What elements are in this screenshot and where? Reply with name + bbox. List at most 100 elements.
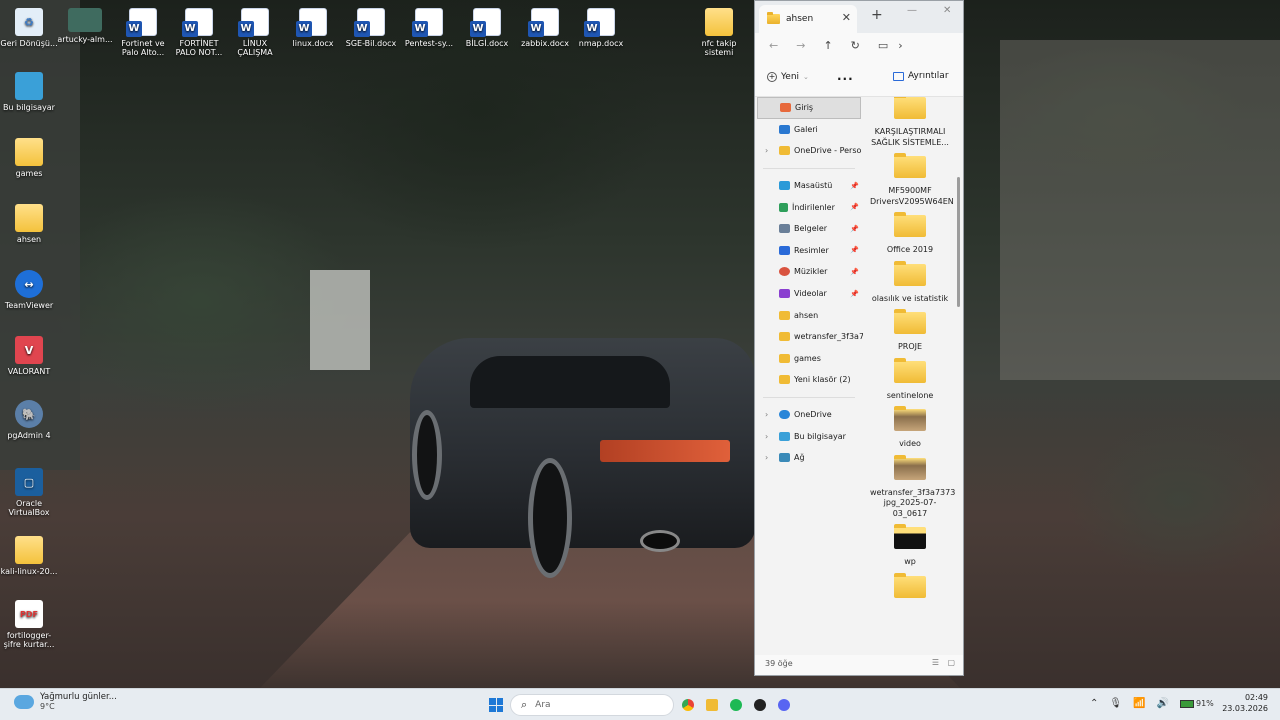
- clock[interactable]: 02:49 23.03.2026: [1214, 692, 1268, 714]
- desktop-icon-label: TeamViewer: [4, 301, 54, 310]
- vertical-scrollbar[interactable]: [957, 177, 960, 307]
- sidebar-item-label: ahsen: [794, 310, 819, 320]
- sidebar-item-resimler[interactable]: Resimler 📌: [755, 240, 863, 262]
- desktop-icon-nmap[interactable]: nmap.docx: [572, 8, 630, 48]
- sidebar-item-belgeler[interactable]: Belgeler 📌: [755, 218, 863, 240]
- file-explorer-taskbar-icon[interactable]: [706, 699, 718, 711]
- desktop-icon-bilgi[interactable]: BİLGİ.docx: [458, 8, 516, 48]
- close-tab-icon[interactable]: ✕: [842, 11, 851, 24]
- desktop-icon-teamviewer[interactable]: ↔ TeamViewer: [0, 270, 58, 310]
- wifi-icon[interactable]: 📶: [1133, 698, 1145, 709]
- tile-view-icon[interactable]: ▢: [947, 658, 955, 667]
- chevron-right-icon[interactable]: ›: [765, 432, 768, 441]
- sidebar-item-onedrive-personal[interactable]: › OneDrive - Perso: [755, 140, 863, 162]
- desktop-icon-ahsen[interactable]: ahsen: [0, 204, 58, 244]
- status-bar: 39 öğe ☰ ▢: [755, 655, 963, 675]
- volume-icon[interactable]: 🔊: [1157, 698, 1169, 709]
- folder-icon: [894, 260, 926, 286]
- spotify-icon[interactable]: [730, 699, 742, 711]
- desktop-icon-linux-calisma[interactable]: LİNUX ÇALIŞMA: [226, 8, 284, 57]
- desktop-icon-linux-docx[interactable]: linux.docx: [284, 8, 342, 48]
- chevron-right-icon[interactable]: ›: [765, 146, 768, 155]
- tab-ahsen[interactable]: ahsen ✕: [759, 5, 857, 33]
- sidebar-item-onedrive[interactable]: › OneDrive: [755, 404, 863, 426]
- desktop-icon-recycle-bin[interactable]: ♻ Geri Dönüşü...: [0, 8, 58, 48]
- desktop-icon-this-pc[interactable]: Bu bilgisayar: [0, 72, 58, 112]
- minimize-icon[interactable]: —: [907, 5, 917, 16]
- folder-item[interactable]: sentinelone: [870, 357, 950, 402]
- chevron-right-icon[interactable]: ›: [765, 410, 768, 419]
- forward-icon[interactable]: →: [796, 39, 805, 52]
- desktop-icon-pentest[interactable]: Pentest-sy...: [400, 8, 458, 48]
- more-options-button[interactable]: ...: [837, 69, 854, 83]
- desktop-icon-nfc[interactable]: nfc takip sistemi: [690, 8, 748, 57]
- documents-icon: [779, 224, 790, 234]
- sidebar-item-ag[interactable]: › Ağ: [755, 447, 863, 469]
- desktop-icon-games[interactable]: games: [0, 138, 58, 178]
- chevron-right-icon[interactable]: ›: [898, 39, 902, 52]
- folder-item[interactable]: [870, 572, 950, 598]
- file-explorer-window[interactable]: ahsen ✕ + — ✕ ← → ↑ ↻ ▭ › + Yeni ⌄ ... A…: [754, 0, 964, 676]
- sidebar-item-yeni-klasor[interactable]: Yeni klasör (2): [755, 369, 863, 391]
- valorant-icon: V: [15, 336, 43, 364]
- up-icon[interactable]: ↑: [823, 39, 832, 52]
- folder-item[interactable]: Office 2019: [870, 212, 950, 256]
- desktop-icon-fortinet-not[interactable]: FORTİNET PALO NOT...: [170, 8, 228, 57]
- desktop-icon-artucky[interactable]: artucky-alm...: [56, 8, 114, 44]
- folder-item-label: MF5900MF DriversV2095W64EN: [870, 186, 954, 206]
- folder-item[interactable]: olasılık ve istatistik: [870, 260, 950, 305]
- desktop-icon-pgadmin[interactable]: 🐘 pgAdmin 4: [0, 400, 58, 440]
- list-view-icon[interactable]: ☰: [932, 658, 939, 667]
- back-icon[interactable]: ←: [769, 39, 778, 52]
- sidebar-item-label: OneDrive - Perso: [794, 146, 862, 156]
- start-button[interactable]: [489, 698, 503, 712]
- desktop-icon-kali[interactable]: kali-linux-20...: [0, 536, 58, 576]
- sidebar-item-galeri[interactable]: Galeri: [755, 119, 863, 141]
- weather-widget[interactable]: Yağmurlu günler... 9°C: [14, 692, 117, 711]
- microphone-icon[interactable]: 🎙: [1109, 698, 1122, 709]
- sidebar-item-label: Masaüstü: [794, 181, 833, 191]
- sidebar-item-bu-bilgisayar[interactable]: › Bu bilgisayar: [755, 425, 863, 447]
- taskbar-search[interactable]: ⌕ Ara: [510, 694, 674, 716]
- word-document-icon: [126, 8, 157, 37]
- folder-item[interactable]: MF5900MF DriversV2095W64EN: [870, 153, 954, 207]
- desktop-icon-virtualbox[interactable]: ▢ Oracle VirtualBox: [0, 468, 58, 517]
- discord-icon[interactable]: [778, 699, 790, 711]
- folder-icon: [894, 524, 926, 549]
- sidebar-item-label: Galeri: [794, 124, 818, 134]
- taskbar: Yağmurlu günler... 9°C ⌕ Ara ⌃ 🎙 📶 🔊 91%…: [0, 688, 1280, 720]
- close-window-icon[interactable]: ✕: [943, 5, 951, 16]
- desktop-icon-zabbix[interactable]: zabbix.docx: [516, 8, 574, 48]
- folder-item[interactable]: PROJE: [870, 309, 950, 353]
- display-icon[interactable]: ▭: [878, 39, 888, 52]
- car-window: [470, 356, 670, 408]
- sidebar-item-masaustu[interactable]: Masaüstü 📌: [755, 175, 863, 197]
- desktop-icon-valorant[interactable]: V VALORANT: [0, 336, 58, 376]
- battery-indicator[interactable]: 91%: [1180, 699, 1214, 708]
- sidebar-item-muzikler[interactable]: Müzikler 📌: [755, 261, 863, 283]
- folder-item[interactable]: KARŞILAŞTIRMALI SAĞLIK SİSTEMLE...: [870, 97, 950, 148]
- desktop-icon-fortilogger[interactable]: PDF fortilogger-şifre kurtar...: [0, 600, 58, 649]
- sidebar-item-games[interactable]: games: [755, 348, 863, 370]
- sidebar-item-ahsen[interactable]: ahsen: [755, 304, 863, 326]
- refresh-icon[interactable]: ↻: [851, 39, 860, 52]
- chevron-right-icon[interactable]: ›: [765, 453, 768, 462]
- sidebar-item-giris[interactable]: Giriş: [757, 97, 861, 119]
- folder-item-label: olasılık ve istatistik: [871, 293, 949, 303]
- details-button[interactable]: Ayrıntılar: [893, 71, 949, 81]
- folder-item[interactable]: wetransfer_3f3a7373-jpg_2025-07-03_0617: [870, 454, 955, 520]
- sidebar-item-videolar[interactable]: Videolar 📌: [755, 283, 863, 305]
- new-button[interactable]: + Yeni ⌄: [767, 71, 809, 82]
- chevron-up-icon[interactable]: ⌃: [1090, 698, 1098, 709]
- app-icon[interactable]: [754, 699, 766, 711]
- folder-item[interactable]: wp: [870, 524, 950, 568]
- desktop-icon-sge[interactable]: SGE-Bil.docx: [342, 8, 400, 48]
- sidebar-item-indirilenler[interactable]: İndirilenler 📌: [755, 196, 863, 218]
- new-tab-button[interactable]: +: [871, 7, 883, 23]
- pin-icon: 📌: [850, 181, 859, 190]
- desktop-icon-fortinet-palo[interactable]: Fortinet ve Palo Alto...: [114, 8, 172, 57]
- sidebar-item-wetransfer[interactable]: wetransfer_3f3a7: [755, 326, 863, 348]
- chrome-icon[interactable]: [682, 699, 694, 711]
- folder-item[interactable]: video: [870, 406, 950, 450]
- desktop-icon-label: Geri Dönüşü...: [0, 39, 58, 48]
